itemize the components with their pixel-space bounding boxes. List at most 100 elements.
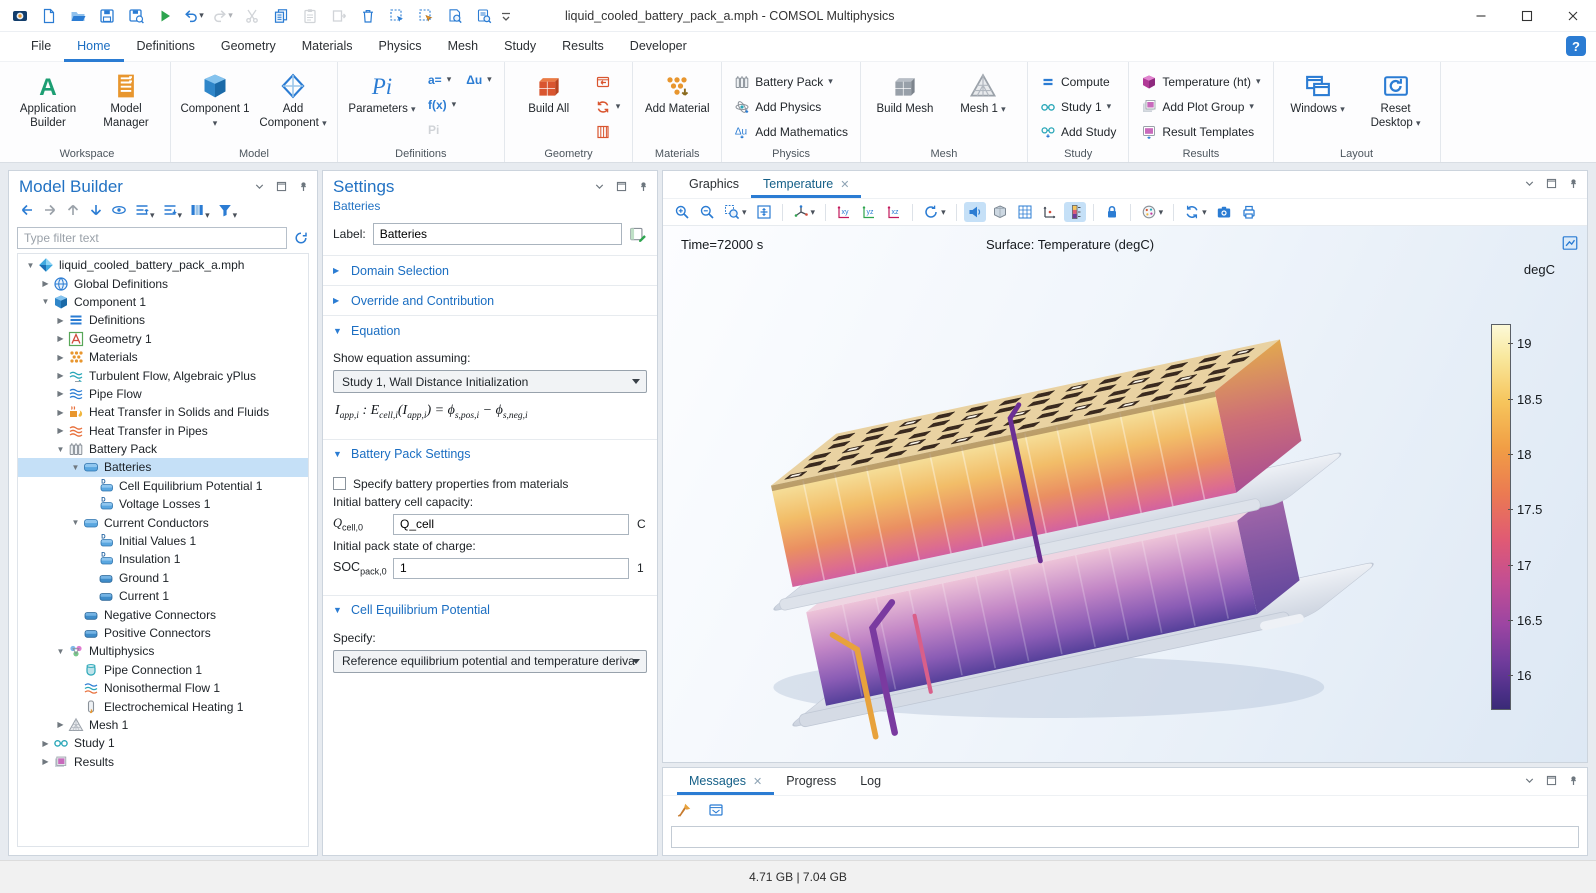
mb-arr-down-button[interactable] (88, 202, 104, 221)
collapse-toggle[interactable]: ▼ (54, 647, 67, 656)
tree-node[interactable]: ▶Results (18, 753, 308, 771)
g-palette-button[interactable]: ▾ (1138, 202, 1167, 222)
delete-button[interactable] (354, 3, 381, 29)
tree-node[interactable]: ▶Heat Transfer in Solids and Fluids (18, 403, 308, 421)
g-extents-button[interactable] (753, 202, 775, 222)
tree-node[interactable]: ▼Multiphysics (18, 642, 308, 660)
save-as-button[interactable] (122, 3, 149, 29)
tree-node[interactable]: ▶Definitions (18, 311, 308, 329)
menu-tab-home[interactable]: Home (64, 32, 123, 62)
menu-tab-results[interactable]: Results (549, 32, 617, 62)
expand-toggle[interactable]: ▶ (39, 757, 52, 766)
overflow-caret[interactable] (499, 3, 513, 29)
tree-node[interactable]: DInsulation 1 (18, 550, 308, 568)
clear-broom-button[interactable] (673, 800, 695, 820)
g-yz-button[interactable]: yz (858, 202, 880, 222)
g-rotate-button[interactable]: ▾ (920, 202, 949, 222)
expand-toggle[interactable]: ▶ (54, 316, 67, 325)
pc-caret-icon[interactable] (1523, 774, 1536, 787)
ribbon--u-button[interactable]: Δu▾ (461, 67, 497, 92)
ribbon-add-material-button[interactable]: Add Material (640, 67, 714, 147)
menu-tab-developer[interactable]: Developer (617, 32, 700, 62)
select-box-button[interactable] (383, 3, 410, 29)
equation-assumption-dropdown[interactable]: Study 1, Wall Distance Initialization (333, 370, 647, 393)
redo-button[interactable]: ▾ (209, 3, 236, 29)
collapse-toggle[interactable]: ▼ (39, 297, 52, 306)
g-zoom-out-button[interactable] (696, 202, 718, 222)
ribbon-windows-button[interactable]: Windows ▾ (1281, 67, 1355, 147)
tree-node[interactable]: ▼Batteries (18, 458, 308, 476)
close-tab-icon[interactable]: ✕ (753, 775, 762, 788)
close-tab-icon[interactable]: ✕ (840, 178, 849, 191)
soc-input[interactable] (393, 558, 629, 579)
expand-toggle[interactable]: ▶ (54, 720, 67, 729)
ribbon-geo-grid-button[interactable] (590, 119, 626, 144)
ribbon-a=-button[interactable]: a=▾ (423, 67, 461, 92)
table-mail-button[interactable] (705, 800, 727, 820)
ribbon-result-templates-button[interactable]: Result Templates (1136, 119, 1265, 144)
mb-funnel-button[interactable]: ▾ (217, 202, 238, 221)
pc-pin-icon[interactable] (297, 180, 310, 193)
tree-node[interactable]: ▼liquid_cooled_battery_pack_a.mph (18, 256, 308, 274)
tree-node[interactable]: Pipe Connection 1 (18, 661, 308, 679)
expand-toggle[interactable]: ▶ (54, 389, 67, 398)
paste-button[interactable] (296, 3, 323, 29)
ribbon-model-manager-button[interactable]: Model Manager (89, 67, 163, 147)
g-camera-button[interactable] (1213, 202, 1235, 222)
label-input[interactable] (373, 223, 622, 245)
tree-node[interactable]: Positive Connectors (18, 624, 308, 642)
pc-caret-icon[interactable] (253, 180, 266, 193)
g-zoom-box-button[interactable]: ▾ (721, 202, 750, 222)
pc-pin-icon[interactable] (637, 180, 650, 193)
tree-node[interactable]: DCell Equilibrium Potential 1 (18, 477, 308, 495)
ribbon-f(x)-button[interactable]: f(x)▾ (423, 92, 461, 117)
new-file-button[interactable] (35, 3, 62, 29)
search-doc-button[interactable] (470, 3, 497, 29)
tree-node[interactable]: Current 1 (18, 587, 308, 605)
ribbon-add-plot-group-button[interactable]: Add Plot Group▾ (1136, 94, 1265, 119)
duplicate-button[interactable] (325, 3, 352, 29)
run-button[interactable] (151, 3, 178, 29)
tree-node[interactable]: ▼Component 1 (18, 293, 308, 311)
ribbon-add-component-button[interactable]: Add Component ▾ (256, 67, 330, 147)
ribbon-add-mathematics-button[interactable]: ΔuAdd Mathematics (729, 119, 853, 144)
tree-node[interactable]: ▶Pipe Flow (18, 385, 308, 403)
ribbon-temperature-(ht)-button[interactable]: Temperature (ht)▾ (1136, 69, 1265, 94)
pc-float-icon[interactable] (1545, 177, 1558, 190)
mb-list-down-button[interactable]: ▾ (162, 202, 183, 221)
expand-toggle[interactable]: ▶ (54, 408, 67, 417)
plot-canvas[interactable]: Time=72000 s Surface: Temperature (degC)… (663, 226, 1587, 762)
ribbon-reset-desktop-button[interactable]: Reset Desktop ▾ (1359, 67, 1433, 147)
section-domain-selection[interactable]: ▶Domain Selection (323, 255, 657, 285)
copy-button[interactable] (267, 3, 294, 29)
pc-float-icon[interactable] (275, 180, 288, 193)
pc-caret-icon[interactable] (593, 180, 606, 193)
tree-node[interactable]: Nonisothermal Flow 1 (18, 679, 308, 697)
ribbon-mesh-1-button[interactable]: Mesh 1 ▾ (946, 67, 1020, 147)
g-sound-button[interactable] (964, 202, 986, 222)
menu-tab-physics[interactable]: Physics (365, 32, 434, 62)
collapse-toggle[interactable]: ▼ (69, 463, 82, 472)
cep-specify-dropdown[interactable]: Reference equilibrium potential and temp… (333, 650, 647, 673)
pick-box-button[interactable] (412, 3, 439, 29)
mb-arr-right-button[interactable] (42, 202, 58, 221)
tree-node[interactable]: Ground 1 (18, 569, 308, 587)
messages-tab-progress[interactable]: Progress (774, 767, 848, 795)
messages-tab-messages[interactable]: Messages✕ (677, 767, 774, 795)
mb-list-up-button[interactable]: ▾ (134, 202, 155, 221)
ribbon-component-1-button[interactable]: Component 1 ▾ (178, 67, 252, 147)
ribbon-add-physics-button[interactable]: Add Physics (729, 94, 853, 119)
g-xy-button[interactable]: xy (833, 202, 855, 222)
open-file-button[interactable] (64, 3, 91, 29)
tree-node[interactable]: DInitial Values 1 (18, 532, 308, 550)
menu-tab-file[interactable]: File (18, 32, 64, 62)
expand-toggle[interactable]: ▶ (54, 371, 67, 380)
cut-button[interactable] (238, 3, 265, 29)
ribbon-add-study-button[interactable]: Add Study (1035, 119, 1121, 144)
g-scene-button[interactable] (989, 202, 1011, 222)
mb-columns-button[interactable]: ▾ (189, 202, 210, 221)
g-axis-button[interactable]: ▾ (790, 202, 819, 222)
ribbon-battery-pack-button[interactable]: Battery Pack▾ (729, 69, 853, 94)
tree-node[interactable]: ▶Turbulent Flow, Algebraic yPlus (18, 366, 308, 384)
ribbon-compute-button[interactable]: Compute (1035, 69, 1121, 94)
